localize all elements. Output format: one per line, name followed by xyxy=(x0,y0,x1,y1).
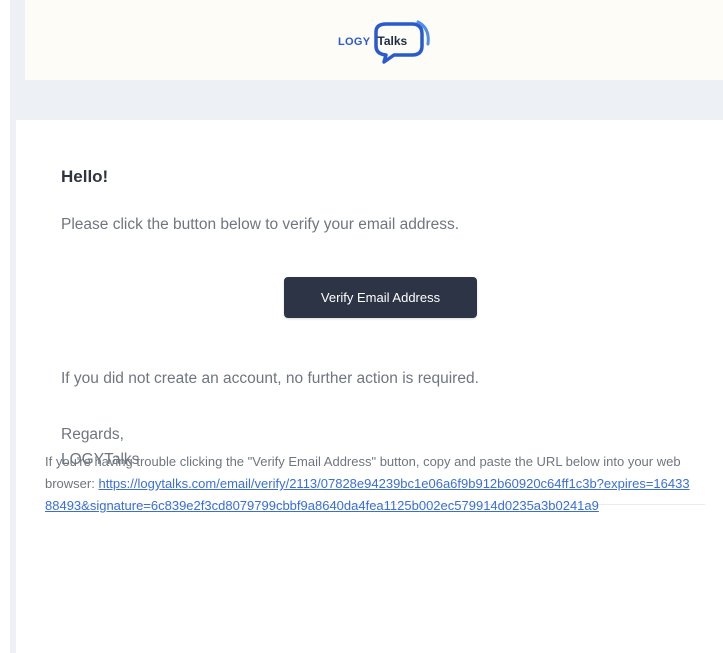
left-border xyxy=(0,0,10,653)
email-header: LOGY Talks xyxy=(25,0,723,80)
intro-text: Please click the button below to verify … xyxy=(61,216,460,233)
verify-url-link[interactable]: https://logytalks.com/email/verify/2113/… xyxy=(45,476,690,513)
no-action-text: If you did not create an account, no fur… xyxy=(61,370,479,387)
regards-text: Regards, xyxy=(61,426,124,443)
greeting-heading: Hello! xyxy=(61,167,109,186)
logo-text-logy: LOGY xyxy=(338,36,371,48)
logytalks-logo[interactable]: LOGY Talks xyxy=(338,18,434,66)
chat-bubble-icon: Talks xyxy=(372,18,434,66)
email-body: Hello! Please click the button below to … xyxy=(16,120,723,653)
verify-email-button[interactable]: Verify Email Address xyxy=(284,277,477,318)
logo-text-talks: Talks xyxy=(377,34,408,48)
trouble-subcopy: If you're having trouble clicking the "V… xyxy=(45,451,695,517)
